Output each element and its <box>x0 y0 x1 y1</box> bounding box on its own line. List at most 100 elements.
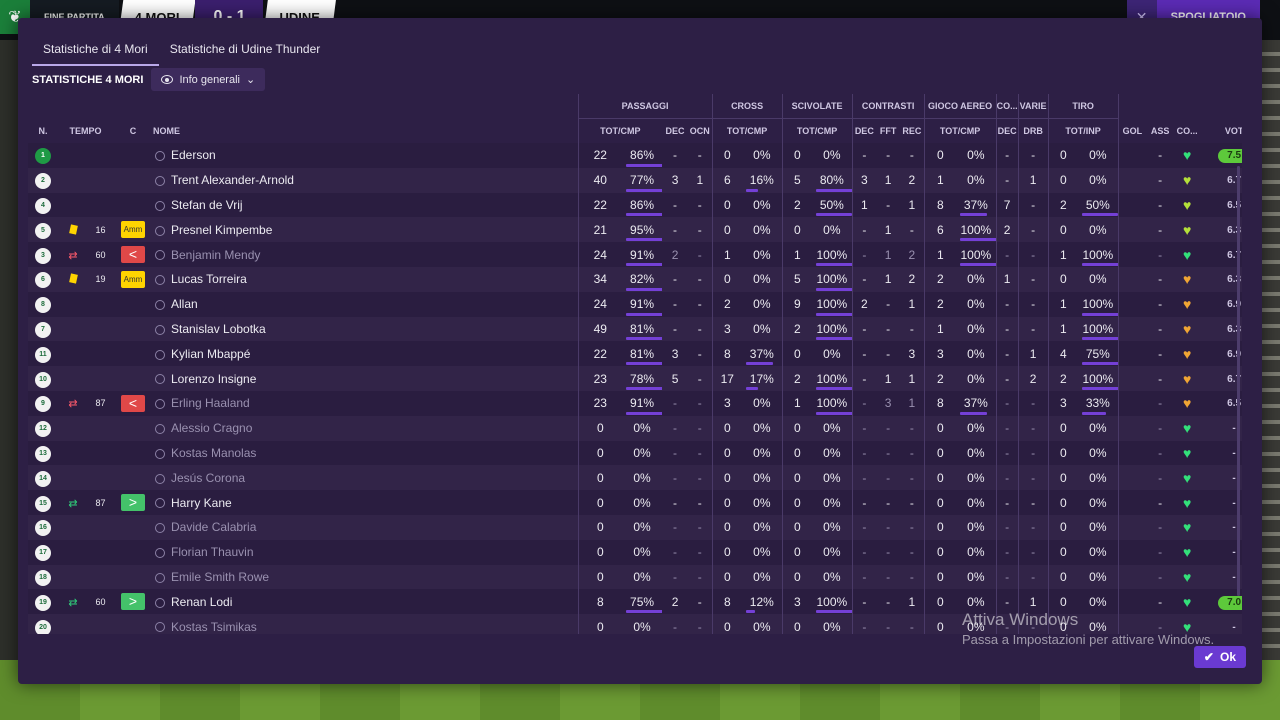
player-name[interactable]: Allan <box>171 297 198 311</box>
stat-total: 8 <box>711 341 743 367</box>
player-name[interactable]: Trent Alexander-Arnold <box>171 173 294 187</box>
player-name-cell[interactable]: Trent Alexander-Arnold <box>153 167 579 193</box>
tab-4-mori[interactable]: Statistiche di 4 Mori <box>32 40 159 66</box>
player-name-cell[interactable]: Lorenzo Insigne <box>153 366 579 391</box>
table-row[interactable]: 7 Stanislav Lobotka 49 81% - -3 0% 2 100% - - -1 0% -… <box>28 316 1242 342</box>
substituted-on-badge[interactable]: > <box>121 494 145 512</box>
player-name[interactable]: Jesús Corona <box>171 471 245 485</box>
table-row[interactable]: 18 Emile Smith Rowe 0 0% - -0 0% 0 0% - - -0 0% - -0 0%… <box>28 564 1242 590</box>
stat-percent: 0% <box>812 465 853 491</box>
col-tiro-totinp[interactable]: TOT/INP <box>1047 118 1119 143</box>
player-name-cell[interactable]: Emile Smith Rowe <box>153 564 579 590</box>
col-vot[interactable]: VOT <box>1200 119 1242 144</box>
tackle-dec: - <box>851 390 877 416</box>
ok-button[interactable]: ✔ Ok <box>1193 646 1246 668</box>
player-name[interactable]: Benjamin Mendy <box>171 248 260 262</box>
tackle-rec: 1 <box>900 366 925 391</box>
col-nome[interactable]: NOME <box>153 119 578 144</box>
player-name[interactable]: Emile Smith Rowe <box>171 570 269 584</box>
table-row[interactable]: 12 Alessio Cragno 0 0% - -0 0% 0 0% - - -0 0% - -0 0% - ♥… <box>28 415 1242 441</box>
player-name-cell[interactable]: Florian Thauvin <box>153 539 579 565</box>
stat-total: 3 <box>1047 390 1079 416</box>
substituted-off-badge[interactable]: < <box>121 394 145 412</box>
table-row[interactable]: 10 Lorenzo Insigne 23 78% 5-17 17% 2 100% -1 1 2 0%… <box>28 366 1242 391</box>
col-sciv-totcmp[interactable]: TOT/CMP <box>781 118 853 143</box>
col-pass-ocn[interactable]: OCN <box>688 119 712 144</box>
stat-percent-value: 0% <box>1089 222 1107 237</box>
event-badge-cell <box>113 167 153 193</box>
col-cross-totcmp[interactable]: TOT/CMP <box>711 118 783 143</box>
player-name-cell[interactable]: Kostas Manolas <box>153 440 579 466</box>
table-row[interactable]: 13 Kostas Manolas 0 0% - -0 0% 0 0% - - -0 0% - -0 0% - ♥… <box>28 440 1242 466</box>
table-row[interactable]: 6 19 Amm Lucas Torreira 34 82% - -0 0% 5 100% -1 2 2 0… <box>28 266 1242 292</box>
player-name[interactable]: Stefan de Vrij <box>171 198 243 212</box>
scrollbar[interactable] <box>1237 166 1240 596</box>
col-aereo-totcmp[interactable]: TOT/CMP <box>923 118 997 143</box>
col-tempo[interactable]: TEMPO <box>58 119 113 144</box>
table-row[interactable]: 3 ⇄ 60 < Benjamin Mendy 24 91% 2-1 0% 1 100% -1 2 1 10… <box>28 242 1242 267</box>
player-name[interactable]: Kostas Manolas <box>171 446 256 460</box>
stat-percent: 17% <box>742 366 783 391</box>
col-n[interactable]: N. <box>28 119 58 144</box>
player-name-cell[interactable]: Kylian Mbappé <box>153 341 579 367</box>
player-name-cell[interactable]: Lucas Torreira <box>153 266 579 292</box>
player-name-cell[interactable]: Benjamin Mendy <box>153 242 579 267</box>
player-name[interactable]: Stanislav Lobotka <box>171 322 266 336</box>
player-name[interactable]: Lucas Torreira <box>171 272 247 286</box>
player-name[interactable]: Erling Haaland <box>171 396 250 410</box>
table-row[interactable]: 1 Ederson 22 86% - -0 0% 0 0% - - -0 0% - -0 0% - ♥ 7.5 <box>28 143 1242 168</box>
col-gol[interactable]: GOL <box>1117 118 1147 143</box>
table-row[interactable]: 9 ⇄ 87 < Erling Haaland 23 91% - -3 0% 1 100% -3 1 8 37… <box>28 390 1242 416</box>
table-row[interactable]: 2 Trent Alexander-Arnold 40 77% 3 1 6 16% 5 80% 3 1… <box>28 167 1242 193</box>
col-co[interactable]: CO... <box>1174 119 1200 144</box>
table-row[interactable]: 15 ⇄ 87 > Harry Kane 0 0% - -0 0% 0 0% - - -0 0% - -0 0% - ♥… <box>28 490 1242 515</box>
col-co-dec[interactable]: DEC <box>995 118 1019 143</box>
player-name[interactable]: Presnel Kimpembe <box>171 223 272 237</box>
tackle-fft: - <box>876 341 901 367</box>
col-pass-dec[interactable]: DEC <box>662 119 688 144</box>
player-name-cell[interactable]: Stefan de Vrij <box>153 192 579 218</box>
shirt-number: 8 <box>28 291 58 317</box>
table-row[interactable]: 14 Jesús Corona 0 0% - -0 0% 0 0% - - -0 0% - -0 0% - ♥ - <box>28 465 1242 491</box>
player-name-cell[interactable]: Kostas Tsimikas <box>153 614 579 634</box>
table-row[interactable]: 4 Stefan de Vrij 22 86% - -0 0% 2 50% 1-1 8 37% 7-2 5… <box>28 192 1242 218</box>
col-contr-dec[interactable]: DEC <box>851 118 877 143</box>
player-name[interactable]: Kylian Mbappé <box>171 347 250 361</box>
player-name-cell[interactable]: Alessio Cragno <box>153 415 579 441</box>
player-name-cell[interactable]: Stanislav Lobotka <box>153 316 579 342</box>
substituted-on-badge[interactable]: > <box>121 593 145 611</box>
view-dropdown[interactable]: Info generali ⌄ <box>151 68 266 91</box>
table-row[interactable]: 17 Florian Thauvin 0 0% - -0 0% 0 0% - - -0 0% - -0 0% -… <box>28 539 1242 565</box>
col-contr-fft[interactable]: FFT <box>876 119 900 144</box>
player-name-cell[interactable]: Renan Lodi <box>153 589 579 615</box>
table-row[interactable]: 11 Kylian Mbappé 22 81% 3-8 37% 0 0% - -3 3 0% -1 4 75… <box>28 341 1242 367</box>
col-contr-rec[interactable]: REC <box>900 119 924 144</box>
player-name-cell[interactable]: Allan <box>153 291 579 317</box>
player-name-cell[interactable]: Davide Calabria <box>153 514 579 540</box>
player-name[interactable]: Harry Kane <box>171 496 232 510</box>
col-ass[interactable]: ASS <box>1146 119 1174 144</box>
col-c[interactable]: C <box>113 119 153 144</box>
player-name-cell[interactable]: Ederson <box>153 143 579 168</box>
table-row[interactable]: 16 Davide Calabria 0 0% - -0 0% 0 0% - - -0 0% - -0 0% -… <box>28 514 1242 540</box>
player-name-cell[interactable]: Harry Kane <box>153 490 579 515</box>
col-varie-drb[interactable]: DRB <box>1017 118 1049 143</box>
player-name-cell[interactable]: Erling Haaland <box>153 390 579 416</box>
player-name-cell[interactable]: Presnel Kimpembe <box>153 217 579 243</box>
substituted-off-badge[interactable]: < <box>121 246 145 264</box>
table-row[interactable]: 8 Allan 24 91% - -2 0% 9 100% 2-1 2 0% - -1 100% - ♥ 6.9 <box>28 291 1242 317</box>
col-pass-totcmp[interactable]: TOT/CMP <box>577 118 663 143</box>
player-name[interactable]: Kostas Tsimikas <box>171 620 257 634</box>
table-row[interactable]: 5 16 Amm Presnel Kimpembe 21 95% - -0 0% 0 0% -1-6 1… <box>28 217 1242 243</box>
stat-percent: 82% <box>622 266 663 292</box>
booking-badge[interactable]: Amm <box>121 270 145 288</box>
player-name[interactable]: Ederson <box>171 148 216 162</box>
booking-badge[interactable]: Amm <box>121 221 145 239</box>
tab-udine-thunder[interactable]: Statistiche di Udine Thunder <box>159 40 332 66</box>
player-name[interactable]: Alessio Cragno <box>171 421 252 435</box>
player-name[interactable]: Renan Lodi <box>171 595 232 609</box>
player-name[interactable]: Florian Thauvin <box>171 545 254 559</box>
player-name[interactable]: Davide Calabria <box>171 520 256 534</box>
player-name-cell[interactable]: Jesús Corona <box>153 465 579 491</box>
player-name[interactable]: Lorenzo Insigne <box>171 372 256 386</box>
